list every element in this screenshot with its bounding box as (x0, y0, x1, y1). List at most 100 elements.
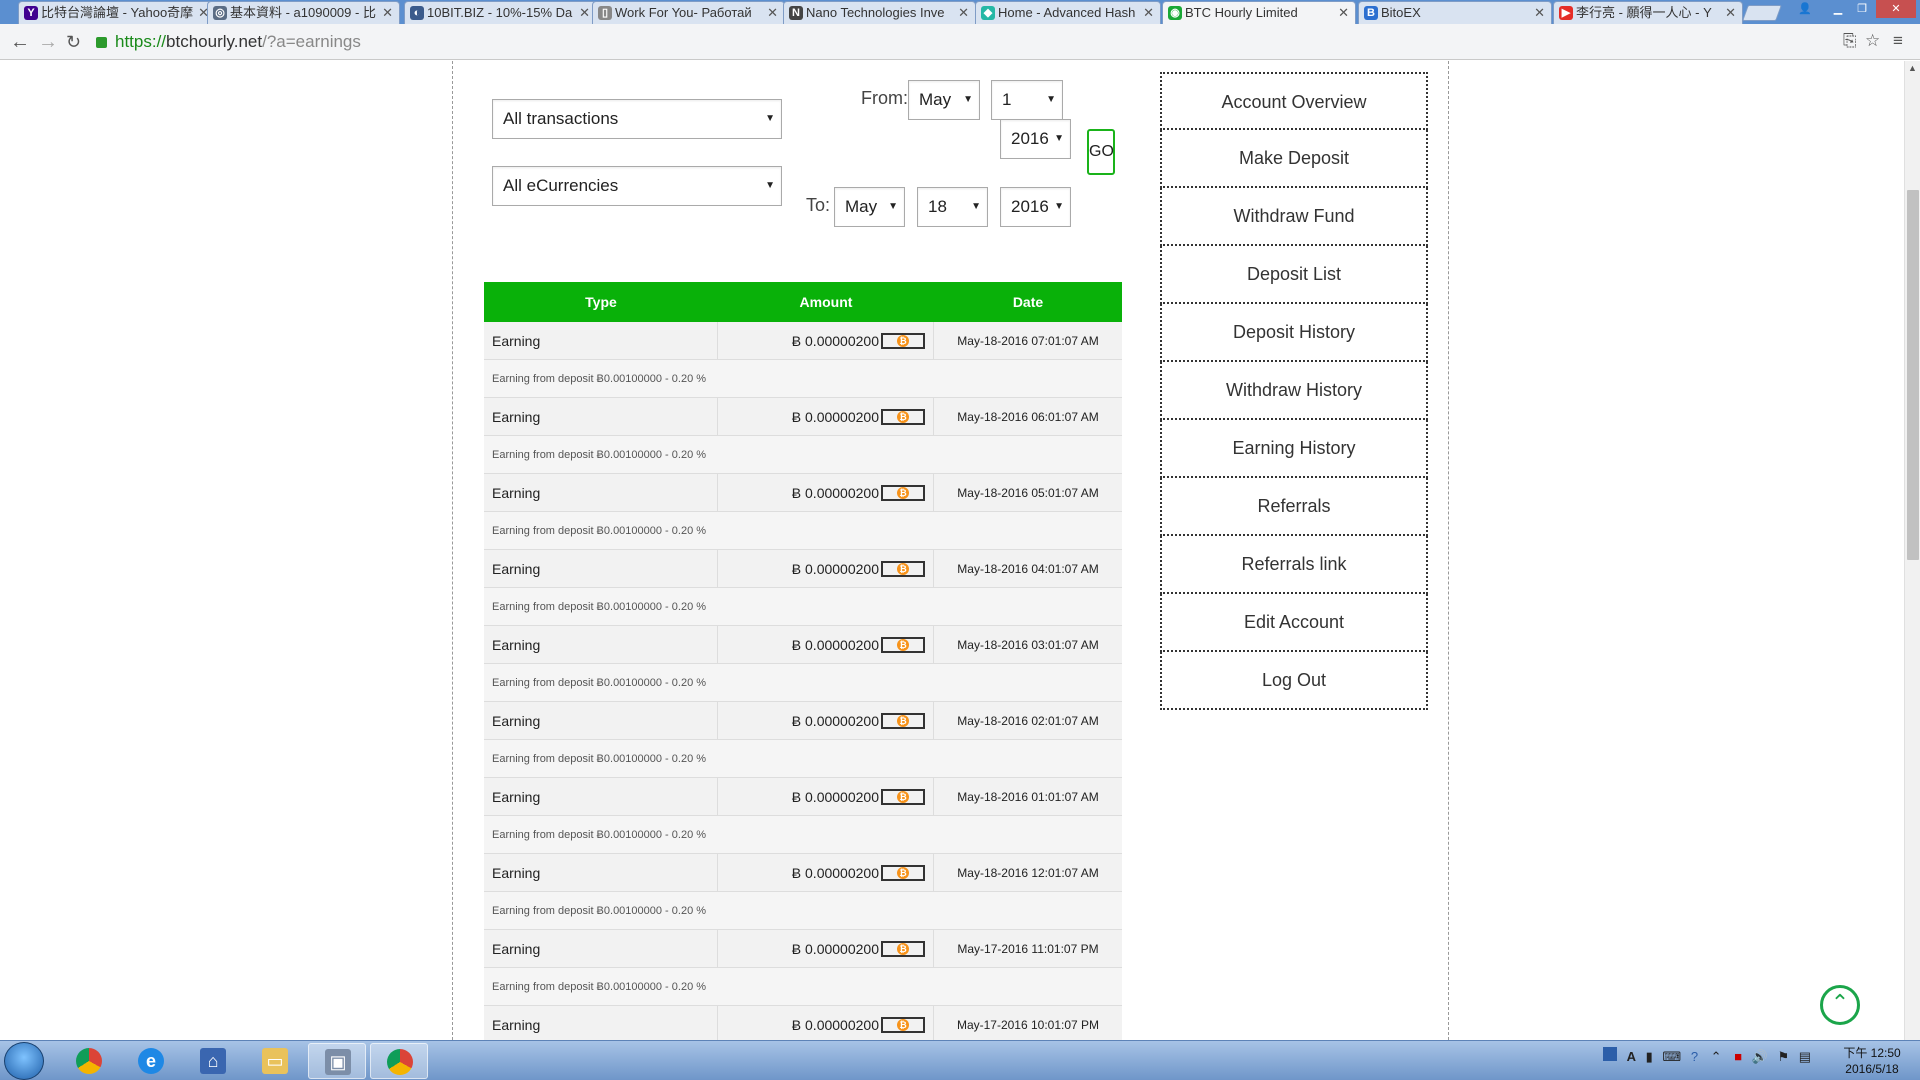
tab-close-icon[interactable]: ✕ (1534, 2, 1545, 24)
tab-title: Nano Technologies Inve (806, 5, 945, 20)
tab-close-icon[interactable]: ✕ (382, 2, 393, 24)
go-button[interactable]: GO (1087, 129, 1115, 175)
ecurrency-select[interactable]: All eCurrencies ▼ (492, 166, 782, 206)
menu-item-withdraw-history[interactable]: Withdraw History (1160, 362, 1428, 420)
antivirus-icon[interactable]: ■ (1734, 1049, 1742, 1064)
row-type: Earning (484, 930, 718, 967)
row-date: May-18-2016 03:01:07 AM (957, 638, 1099, 652)
chevron-down-icon: ▼ (765, 113, 775, 124)
keyboard-icon[interactable]: ⌨ (1662, 1049, 1681, 1065)
tab-close-icon[interactable]: ✕ (579, 2, 590, 24)
to-day-select[interactable]: 18 ▼ (917, 187, 988, 227)
scroll-to-top-button[interactable]: ⌃ (1820, 985, 1860, 1025)
tab-title: 比特台灣論壇 - Yahoo奇摩 (41, 5, 193, 20)
close-window-icon[interactable]: ✕ (1876, 0, 1916, 18)
tab-close-icon[interactable]: ✕ (767, 2, 778, 24)
chevron-down-icon: ▼ (1054, 133, 1064, 144)
to-month-value: May (845, 197, 878, 216)
bitcoin-badge: ₿ (881, 865, 925, 882)
row-description: Earning from deposit Ƀ0.00100000 - 0.20 … (484, 360, 1122, 398)
row-type: Earning (484, 702, 718, 739)
favicon-icon: ◐ (410, 6, 424, 20)
menu-item-referrals-link[interactable]: Referrals link (1160, 536, 1428, 594)
internet-explorer-icon: e (138, 1048, 164, 1074)
bitcoin-icon: ₿ (897, 943, 909, 956)
help-icon[interactable]: ? (1691, 1049, 1698, 1064)
browser-tab[interactable]: Y 比特台灣論壇 - Yahoo奇摩 ✕ (18, 1, 216, 24)
minimize-icon[interactable]: ▁ (1828, 0, 1848, 18)
page-scrollbar[interactable]: ▲ (1904, 61, 1920, 1040)
to-day-value: 18 (928, 197, 947, 216)
row-description: Earning from deposit Ƀ0.00100000 - 0.20 … (484, 588, 1122, 626)
forward-arrow-icon[interactable]: → (38, 30, 58, 54)
menu-item-edit-account[interactable]: Edit Account (1160, 594, 1428, 652)
scrollbar-thumb[interactable] (1907, 190, 1919, 560)
bitcoin-icon: ₿ (897, 639, 909, 652)
chrome-icon (76, 1048, 102, 1074)
ime-mode-icon[interactable]: ▮ (1646, 1049, 1653, 1065)
row-amount: Ƀ 0.00000200 (791, 637, 879, 653)
flag-icon[interactable]: ⚑ (1778, 1049, 1790, 1065)
url-scheme: https:// (115, 32, 167, 51)
app-taskbar-button[interactable]: ▣ (308, 1043, 366, 1079)
scroll-up-icon[interactable]: ▲ (1908, 63, 1917, 73)
menu-item-log-out[interactable]: Log Out (1160, 652, 1428, 710)
to-year-select[interactable]: 2016 ▼ (1000, 187, 1071, 227)
tab-close-icon[interactable]: ✕ (1725, 2, 1736, 24)
from-day-select[interactable]: 1 ▼ (991, 80, 1063, 120)
browser-tab[interactable]: B BitoEX ✕ (1358, 1, 1552, 24)
address-bar: ← → ↻ https://btchourly.net/?a=earnings … (0, 24, 1920, 60)
volume-icon[interactable]: 🔊 (1752, 1049, 1768, 1065)
reload-icon[interactable]: ↻ (66, 30, 81, 54)
explorer-taskbar-button[interactable]: ▭ (246, 1043, 304, 1079)
ie-taskbar-button[interactable]: e (122, 1043, 180, 1079)
ime-icon[interactable]: A (1627, 1049, 1636, 1064)
start-button[interactable] (4, 1042, 44, 1080)
network-icon[interactable]: ▤ (1799, 1049, 1811, 1065)
to-month-select[interactable]: May ▼ (834, 187, 905, 227)
row-type: Earning (484, 778, 718, 815)
favicon-icon: ▯ (598, 6, 612, 20)
browser-tab[interactable]: ◐ 10BIT.BIZ - 10%-15% Da ✕ (404, 1, 597, 24)
menu-item-earning-history[interactable]: Earning History (1160, 420, 1428, 478)
menu-item-make-deposit[interactable]: Make Deposit (1160, 130, 1428, 188)
tab-close-icon[interactable]: ✕ (1143, 2, 1154, 24)
bitcoin-badge: ₿ (881, 789, 925, 806)
tab-close-icon[interactable]: ✕ (958, 2, 969, 24)
bitcoin-icon: ₿ (897, 487, 909, 500)
home-taskbar-button[interactable]: ⌂ (184, 1043, 242, 1079)
browser-tab[interactable]: ▶ 李行亮 - 願得一人心 - Y ✕ (1553, 1, 1743, 24)
transaction-type-select[interactable]: All transactions ▼ (492, 99, 782, 139)
tab-title: 10BIT.BIZ - 10%-15% Da (427, 5, 573, 20)
tab-close-icon[interactable]: ✕ (1338, 2, 1349, 24)
browser-tab[interactable]: N Nano Technologies Inve ✕ (783, 1, 976, 24)
restore-icon[interactable]: ❐ (1852, 0, 1872, 18)
new-tab-button[interactable] (1742, 5, 1782, 21)
menu-icon[interactable]: ≡ (1893, 31, 1903, 51)
browser-tab[interactable]: ◆ Home - Advanced Hash ✕ (975, 1, 1161, 24)
row-type: Earning (484, 474, 718, 511)
menu-item-withdraw-fund[interactable]: Withdraw Fund (1160, 188, 1428, 246)
menu-item-account-overview[interactable]: Account Overview (1160, 72, 1428, 130)
system-clock[interactable]: 下午 12:50 2016/5/18 (1828, 1045, 1916, 1077)
url-field[interactable]: https://btchourly.net/?a=earnings (96, 29, 1826, 55)
from-month-select[interactable]: May ▼ (908, 80, 980, 120)
translate-icon[interactable]: ⎘ (1843, 31, 1857, 51)
menu-item-deposit-history[interactable]: Deposit History (1160, 304, 1428, 362)
bookmark-star-icon[interactable]: ☆ (1865, 31, 1880, 51)
language-icon[interactable] (1603, 1047, 1617, 1061)
tray-arrow-icon[interactable]: ⌃ (1711, 1049, 1722, 1065)
from-year-select[interactable]: 2016 ▼ (1000, 119, 1071, 159)
chrome-active-taskbar-button[interactable] (370, 1043, 428, 1079)
browser-tab[interactable]: ▯ Work For You- Работай ✕ (592, 1, 785, 24)
account-menu: Account Overview Make Deposit Withdraw Fun… (1160, 72, 1428, 710)
browser-tab[interactable]: ◉ BTC Hourly Limited ✕ (1162, 1, 1356, 25)
browser-tab[interactable]: ◎ 基本資料 - a1090009 - 比 ✕ (207, 1, 400, 24)
row-amount-cell: Ƀ 0.00000200 ₿ (718, 1006, 934, 1040)
chrome-taskbar-button[interactable] (60, 1043, 118, 1079)
back-arrow-icon[interactable]: ← (10, 30, 30, 54)
user-profile-icon[interactable]: 👤 (1795, 0, 1815, 18)
menu-item-referrals[interactable]: Referrals (1160, 478, 1428, 536)
header-amount: Amount (799, 294, 853, 310)
menu-item-deposit-list[interactable]: Deposit List (1160, 246, 1428, 304)
